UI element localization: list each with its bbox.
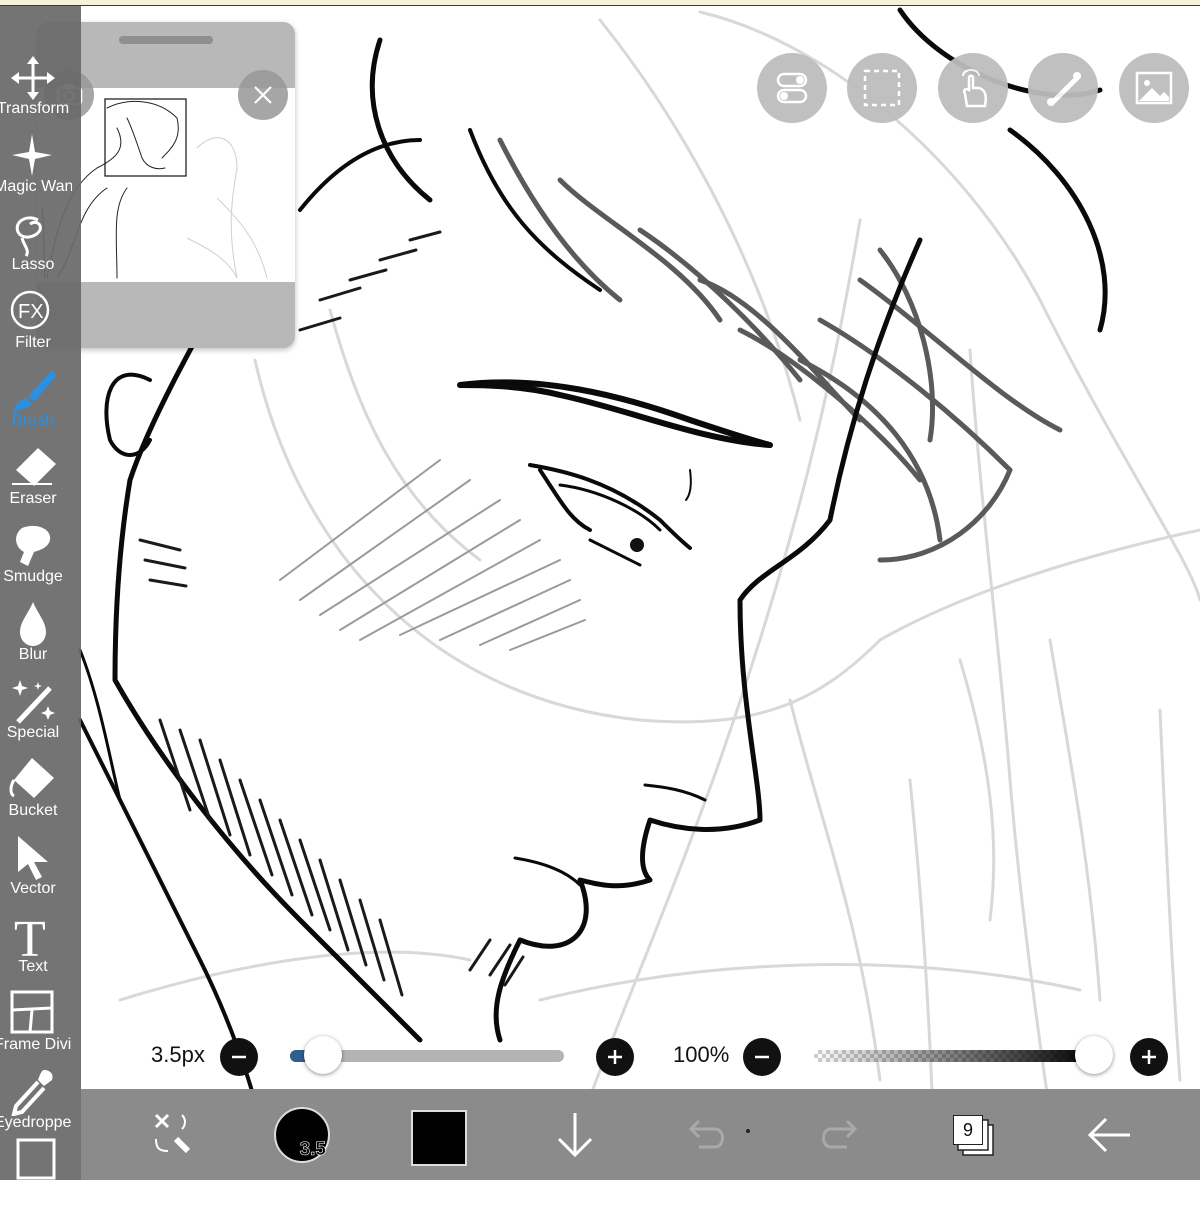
swap-tool-icon — [154, 1113, 191, 1154]
lasso-icon — [15, 216, 42, 257]
navigator-drag-handle[interactable] — [119, 36, 213, 44]
vector-arrow-icon — [18, 836, 48, 880]
tool-bucket[interactable]: Bucket — [0, 756, 81, 834]
brush-size-increase-button[interactable] — [596, 1038, 634, 1076]
dashed-selection-icon — [863, 69, 901, 107]
tool-label: Bucket — [8, 802, 58, 819]
back-button[interactable] — [1084, 1089, 1134, 1180]
opacity-decrease-button[interactable] — [743, 1038, 781, 1076]
bottom-toolbar: 3.5 9 — [81, 1089, 1200, 1180]
transform-icon — [11, 56, 55, 100]
toggle-switch-icon — [776, 72, 808, 104]
image-icon — [1135, 71, 1173, 105]
undo-icon — [688, 1119, 724, 1149]
tool-label: Filter — [15, 334, 51, 351]
tool-transform[interactable]: Transform — [0, 54, 81, 132]
plus-icon — [608, 1050, 622, 1064]
tool-smudge[interactable]: Smudge — [0, 522, 81, 600]
eyedropper-icon — [11, 1070, 53, 1116]
tool-label: Frame Divider — [0, 1036, 72, 1053]
svg-text:FX: FX — [18, 301, 44, 323]
smudge-icon — [16, 525, 51, 566]
tool-label: Eyedropper — [0, 1114, 72, 1131]
brush-size-preview[interactable]: 3.5 — [274, 1107, 330, 1163]
tool-label: Blur — [18, 646, 48, 663]
brush-size-decrease-button[interactable] — [220, 1038, 258, 1076]
brush-icon — [12, 370, 56, 412]
tool-filter[interactable]: FX Filter — [0, 288, 81, 366]
brush-settings-bar: 3.5px 100% — [81, 1030, 1200, 1086]
frame-divider-icon — [10, 990, 54, 1034]
tool-magic-wand[interactable]: Magic Wand — [0, 132, 81, 210]
eraser-icon — [12, 448, 56, 486]
tool-eyedropper[interactable]: Eyedropper — [0, 1068, 81, 1146]
redo-button[interactable] — [817, 1089, 867, 1180]
selection-button[interactable] — [847, 53, 917, 123]
tool-label: Vector — [10, 880, 56, 897]
tool-vector[interactable]: Vector — [0, 834, 81, 912]
tool-frame-divider[interactable]: Frame Divider — [0, 990, 81, 1068]
tool-label: Magic Wand — [0, 178, 72, 195]
ruler-button[interactable] — [1028, 53, 1098, 123]
special-wand-icon — [12, 680, 55, 724]
layer-count: 9 — [953, 1115, 983, 1145]
blur-drop-icon — [20, 602, 46, 646]
current-color-swatch[interactable] — [411, 1110, 467, 1166]
back-arrow-icon — [1087, 1117, 1130, 1153]
tool-label: Special — [6, 724, 60, 741]
opacity-track[interactable] — [814, 1050, 1094, 1062]
tool-eraser[interactable]: Eraser — [0, 444, 81, 522]
touch-hand-icon — [962, 69, 987, 108]
opacity-increase-button[interactable] — [1130, 1038, 1168, 1076]
tool-label: Eraser — [9, 490, 57, 507]
download-arrow-icon — [557, 1113, 593, 1158]
bucket-icon — [9, 758, 54, 798]
close-icon — [254, 86, 272, 104]
tool-label: Smudge — [3, 568, 63, 585]
tool-brush[interactable]: Brush — [0, 366, 81, 444]
tool-special[interactable]: Special — [0, 678, 81, 756]
minus-icon — [755, 1055, 769, 1059]
tool-blur[interactable]: Blur — [0, 600, 81, 678]
brush-size-value: 3.5px — [151, 1042, 205, 1067]
magic-wand-icon — [12, 134, 52, 176]
tool-label: Brush — [12, 412, 54, 429]
filter-fx-icon: FX — [10, 290, 50, 330]
quick-toggle-button[interactable] — [757, 53, 827, 123]
brush-size-slider-knob[interactable] — [303, 1036, 342, 1074]
history-dot — [746, 1129, 750, 1133]
ruler-icon — [1047, 72, 1081, 106]
download-button[interactable] — [551, 1089, 601, 1180]
tool-label: Transform — [0, 100, 70, 117]
canvas-icon — [16, 1138, 56, 1180]
plus-icon — [1142, 1050, 1156, 1064]
navigator-close-button[interactable] — [238, 70, 288, 120]
text-t-icon: T — [14, 912, 46, 960]
opacity-slider-knob[interactable] — [1075, 1036, 1113, 1074]
tool-lasso[interactable]: Lasso — [0, 210, 81, 288]
window-top-edge — [0, 0, 1200, 6]
opacity-value: 100% — [673, 1042, 730, 1067]
tool-text[interactable]: T Text — [0, 912, 81, 990]
gesture-button[interactable] — [938, 53, 1008, 123]
redo-icon — [822, 1119, 858, 1149]
tool-palette: Transform Magic Wand Lasso FX Filter Bru… — [0, 6, 81, 1180]
svg-text:T: T — [14, 912, 46, 960]
swap-tool-button[interactable] — [141, 1089, 201, 1180]
brush-size-badge: 3.5 — [299, 1139, 326, 1161]
undo-button[interactable] — [681, 1089, 731, 1180]
tool-label: Lasso — [11, 256, 55, 273]
tool-canvas[interactable] — [0, 1136, 81, 1214]
material-button[interactable] — [1119, 53, 1189, 123]
layers-button[interactable]: 9 — [953, 1115, 994, 1156]
tool-label: Text — [18, 958, 48, 975]
minus-icon — [232, 1055, 246, 1059]
